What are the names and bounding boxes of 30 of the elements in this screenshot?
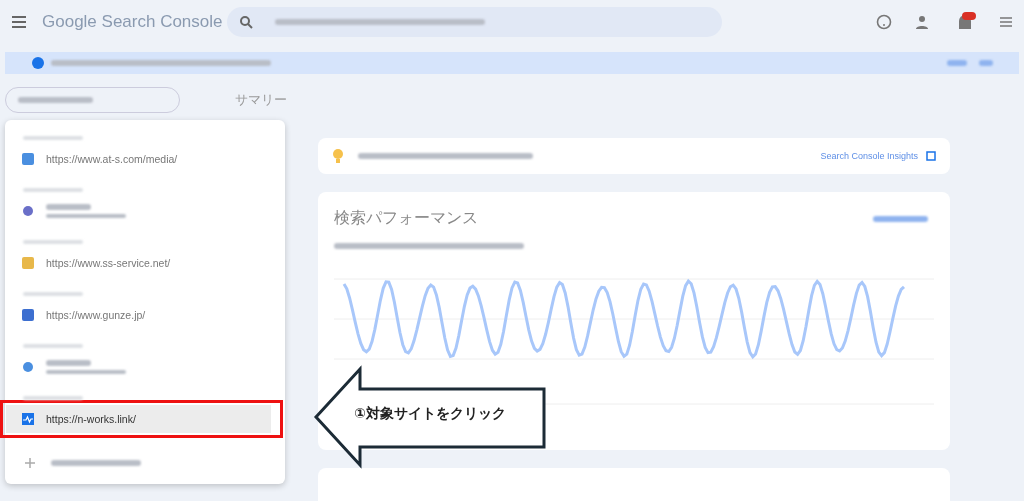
property-item[interactable]: https://www.gunze.jp/ (6, 301, 271, 329)
plus-icon (25, 458, 35, 468)
blurred-text (23, 396, 83, 400)
activity-icon (22, 413, 34, 425)
blurred-text (46, 204, 91, 210)
blurred-link[interactable] (947, 60, 967, 66)
lightbulb-icon (332, 148, 344, 164)
product-logo: Google Search Console (42, 12, 224, 32)
callout-text: ①対象サイトをクリック (354, 405, 506, 423)
people-icon[interactable] (914, 14, 930, 30)
site-icon (22, 309, 34, 321)
search-field[interactable] (227, 7, 722, 37)
page-title: サマリー (235, 91, 287, 109)
site-icon (22, 205, 34, 217)
property-item[interactable]: https://n-works.link/ (6, 405, 271, 433)
blurred-link[interactable] (979, 60, 993, 66)
blurred-link[interactable] (873, 215, 928, 222)
search-icon (239, 15, 253, 29)
property-item[interactable]: https://www.ss-service.net/ (6, 249, 271, 277)
card-title: 検索パフォーマンス (334, 208, 478, 228)
blurred-text[interactable] (51, 460, 141, 466)
property-item[interactable]: https://www.at-s.com/media/ (6, 145, 271, 173)
info-icon (31, 56, 45, 70)
menu-icon[interactable] (12, 16, 26, 28)
site-icon (22, 257, 34, 269)
insights-link[interactable]: Search Console Insights (820, 151, 918, 161)
site-icon (22, 361, 34, 373)
blurred-text (46, 360, 91, 366)
site-icon (22, 153, 34, 165)
help-icon[interactable] (876, 14, 892, 30)
